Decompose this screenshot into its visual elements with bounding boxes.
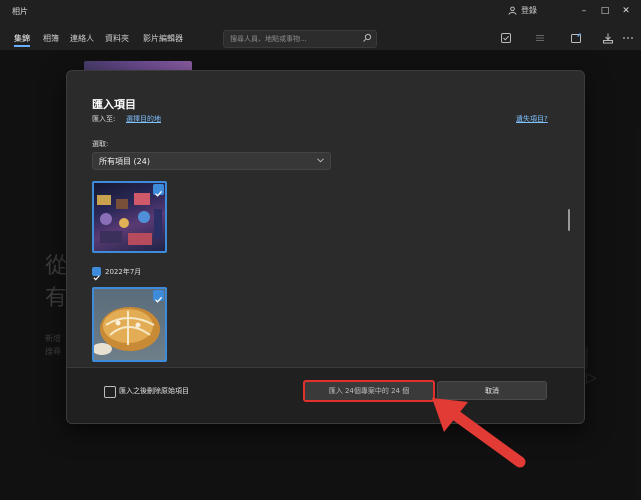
select-dropdown[interactable]: 所有項目 (24) <box>92 152 331 170</box>
signin-label: 登錄 <box>521 6 537 15</box>
import-button[interactable]: 匯入 24個專案中的 24 個 <box>303 380 435 402</box>
photo-thumbnail-bread[interactable] <box>92 287 167 362</box>
menu-icon[interactable] <box>534 32 546 44</box>
import-icon[interactable] <box>602 32 614 44</box>
missing-items-link[interactable]: 遺失項目? <box>516 114 548 124</box>
scrollbar-thumb[interactable] <box>568 209 570 231</box>
more-options-icon[interactable] <box>622 32 634 44</box>
photo-thumbnail-screenshot[interactable] <box>92 181 167 253</box>
delete-originals-label: 匯入之後刪除原始項目 <box>119 387 189 395</box>
import-dialog: 匯入項目 匯入至: 選擇目的地 遺失項目? 選取: 所有項目 (24) 2022… <box>66 70 585 424</box>
tab-video-editor[interactable]: 影片編輯器 <box>143 33 183 44</box>
select-label: 選取: <box>92 140 109 148</box>
dialog-title: 匯入項目 <box>92 98 136 111</box>
destination-label: 匯入至: <box>92 115 116 123</box>
search-placeholder: 搜尋人員、地點或事物... <box>230 35 307 43</box>
close-button[interactable]: ✕ <box>619 4 633 18</box>
choose-destination-link[interactable]: 選擇目的地 <box>126 114 161 124</box>
thumbnail-checkbox[interactable] <box>153 184 164 197</box>
photos-app-window: 相片 登錄 – □ ✕ 集錦 相簿 連絡人 資料夾 影片編輯器 搜尋人員、地點或… <box>0 0 641 500</box>
dropdown-value: 所有項目 (24) <box>99 157 150 166</box>
delete-originals-checkbox[interactable] <box>104 386 116 398</box>
search-box[interactable]: 搜尋人員、地點或事物... <box>223 30 377 48</box>
app-title: 相片 <box>12 7 28 16</box>
title-bar: 相片 登錄 – □ ✕ <box>0 0 641 24</box>
person-icon <box>508 6 517 15</box>
search-icon[interactable] <box>362 33 372 43</box>
check-icon <box>155 296 163 303</box>
check-icon <box>155 190 163 197</box>
maximize-button[interactable]: □ <box>598 4 612 18</box>
select-icon[interactable] <box>500 32 512 44</box>
check-icon <box>93 275 100 281</box>
group-date-label: 2022年7月 <box>105 268 142 276</box>
active-tab-indicator <box>14 45 30 47</box>
signin-button[interactable]: 登錄 <box>508 5 537 16</box>
annotation-arrow-icon <box>432 398 526 468</box>
tab-folders[interactable]: 資料夾 <box>105 33 129 44</box>
group-checkbox[interactable] <box>92 267 101 281</box>
tab-collection[interactable]: 集錦 <box>14 33 30 44</box>
thumbnail-checkbox[interactable] <box>153 290 164 303</box>
tab-people[interactable]: 連絡人 <box>70 33 94 44</box>
tab-albums[interactable]: 相簿 <box>43 33 59 44</box>
chevron-down-icon <box>317 158 324 163</box>
minimize-button[interactable]: – <box>577 4 591 18</box>
import-button-label: 匯入 24個專案中的 24 個 <box>328 387 410 395</box>
new-item-icon[interactable] <box>570 32 582 44</box>
